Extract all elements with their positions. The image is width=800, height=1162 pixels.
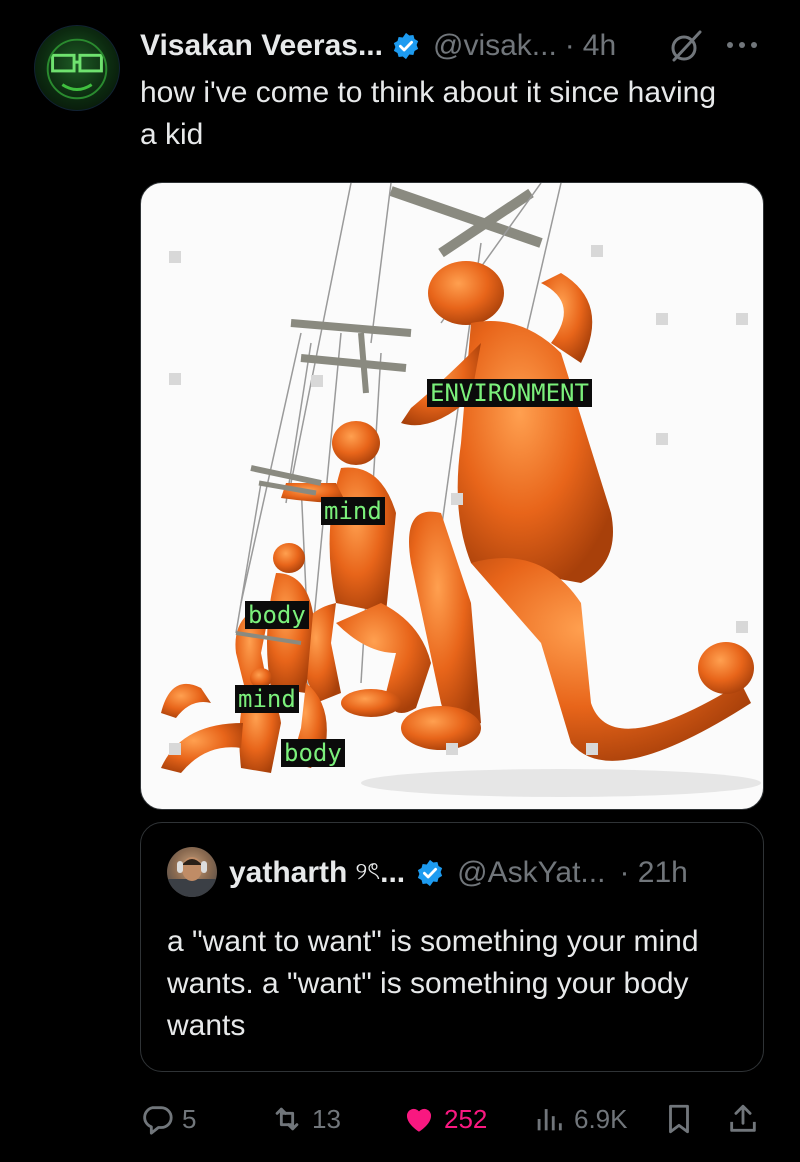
- quoted-post-time[interactable]: · 21h: [619, 856, 687, 890]
- author-handle[interactable]: @visak...: [433, 29, 557, 63]
- quoted-author-name[interactable]: yatharth: [229, 856, 347, 890]
- quoted-post-header: yatharth ୨ৎ ... @AskYat... · 21h: [229, 853, 688, 893]
- share-button[interactable]: [726, 1096, 760, 1142]
- views-button[interactable]: 6.9K: [532, 1096, 628, 1142]
- author-avatar[interactable]: [34, 25, 120, 111]
- reply-button[interactable]: 5: [140, 1096, 196, 1142]
- label-body-lower: body: [281, 739, 345, 767]
- repost-count: 13: [312, 1103, 341, 1134]
- bookmark-button[interactable]: [662, 1096, 696, 1142]
- action-bar: 5 13 252 6.9K: [140, 1096, 764, 1142]
- post-image[interactable]: ENVIRONMENT mind body mind body: [140, 182, 764, 810]
- label-environment: ENVIRONMENT: [427, 379, 592, 407]
- grok-icon[interactable]: [668, 28, 704, 64]
- reply-icon: [143, 1106, 173, 1135]
- more-options-icon[interactable]: [722, 30, 762, 60]
- quoted-post-text: a "want to want" is something your mind …: [167, 925, 699, 1042]
- label-body-upper: body: [245, 601, 309, 629]
- marionette-illustration: [161, 183, 761, 797]
- quoted-author-emoji: ୨ৎ: [355, 858, 381, 885]
- verified-badge-icon: [418, 859, 443, 887]
- post-text: how i've come to think about it since ha…: [140, 76, 717, 151]
- heart-icon: [406, 1108, 432, 1132]
- label-mind-upper: mind: [321, 497, 385, 525]
- quoted-post[interactable]: yatharth ୨ৎ ... @AskYat... · 21h a "want…: [140, 822, 764, 1072]
- like-count: 252: [444, 1103, 488, 1134]
- post-header: Visakan Veeras... @visak... · 4h: [140, 28, 616, 64]
- header-separator: ·: [564, 29, 575, 62]
- quoted-author-avatar[interactable]: [167, 847, 217, 897]
- author-name[interactable]: Visakan Veeras...: [140, 29, 383, 63]
- post-time[interactable]: 4h: [583, 29, 616, 63]
- quoted-author-handle[interactable]: @AskYat...: [457, 856, 605, 890]
- share-icon: [730, 1104, 756, 1132]
- verified-badge-icon: [393, 32, 419, 60]
- bookmark-icon: [669, 1104, 689, 1134]
- view-count: 6.9K: [574, 1103, 628, 1134]
- label-mind-lower: mind: [235, 685, 299, 713]
- analytics-icon: [537, 1109, 562, 1131]
- reply-count: 5: [182, 1103, 197, 1134]
- quoted-author-ellipsis: ...: [380, 856, 406, 889]
- repost-icon: [275, 1107, 299, 1131]
- repost-button[interactable]: 13: [270, 1096, 341, 1142]
- like-button[interactable]: 252: [402, 1096, 487, 1142]
